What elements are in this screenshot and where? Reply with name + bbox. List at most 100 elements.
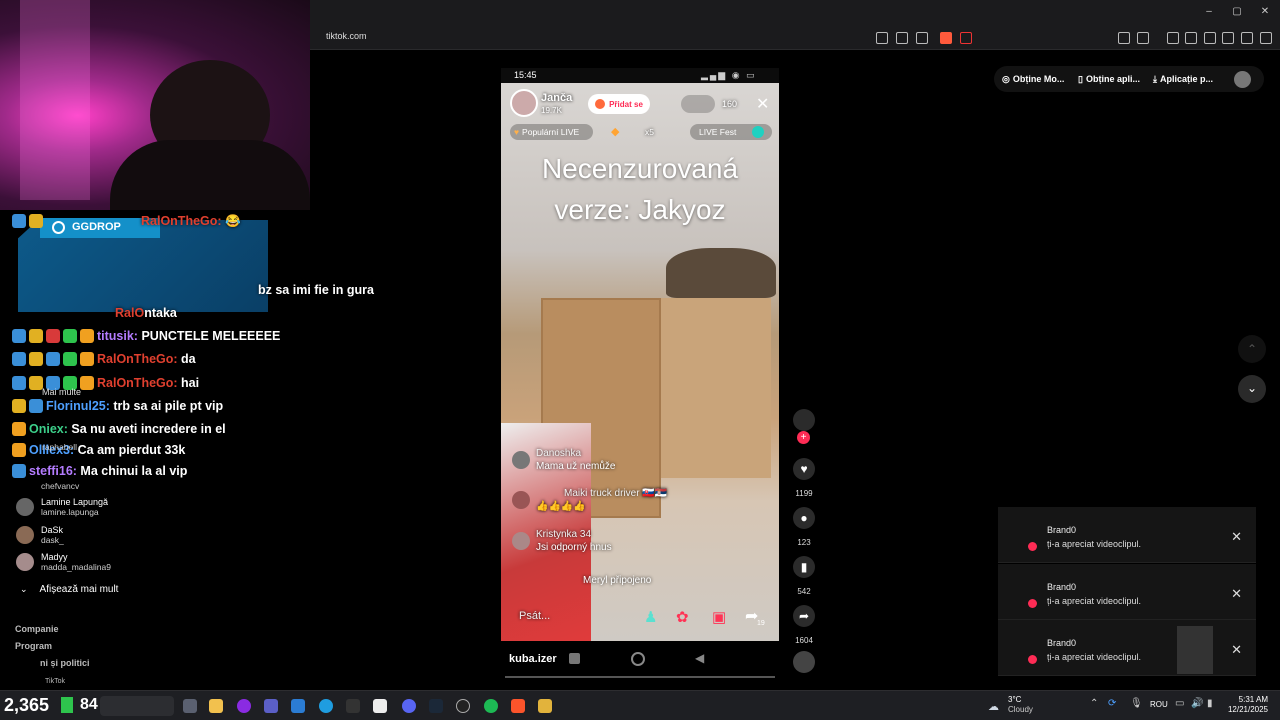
teams-icon[interactable] [264, 699, 278, 713]
counter-left: 2,365 [4, 695, 50, 715]
live-comment-input[interactable]: Psát... [519, 610, 550, 622]
chat-line: Oniex: Sa nu aveti incredere in el [12, 419, 226, 439]
spotify-icon[interactable] [484, 699, 498, 713]
clock-time[interactable]: 5:31 AM [1232, 695, 1268, 704]
get-coins-button[interactable]: ◎ Obține Mo... [1002, 70, 1064, 88]
creator-avatar[interactable] [793, 409, 815, 431]
live-comment: Kristynka 34 Jsi odporný hnus [512, 528, 612, 554]
follow-button[interactable]: Přidat se [588, 94, 650, 114]
share-icon[interactable]: ➦ [793, 605, 815, 627]
suggested-account[interactable]: DaSk dask_ [16, 525, 64, 545]
search-box[interactable] [100, 696, 174, 716]
notepad-icon[interactable] [373, 699, 387, 713]
mai-multe-label[interactable]: Mai multe [42, 387, 81, 397]
rewards-icon[interactable] [960, 32, 972, 44]
video-thumbnail[interactable] [1177, 626, 1213, 674]
rose-icon[interactable]: ✿ [676, 608, 689, 626]
obs-icon[interactable] [456, 699, 470, 713]
share-count: 19 [757, 620, 765, 627]
notification-toast[interactable]: Brand0 ți-a apreciat videoclipul. ✕ [998, 507, 1256, 563]
app-icon[interactable] [237, 699, 251, 713]
language-indicator[interactable]: ROU [1150, 700, 1168, 709]
file-explorer-icon[interactable] [209, 699, 223, 713]
like-icon[interactable]: ♥ [793, 458, 815, 480]
mic-icon[interactable]: 🎙 [1130, 698, 1143, 709]
chevron-down-icon: ⌄ [20, 584, 28, 594]
bookmark-icon[interactable]: ▮ [793, 556, 815, 578]
viewer-count[interactable]: 160 [722, 99, 737, 109]
sync-icon[interactable]: ⟳ [1108, 698, 1116, 709]
back-icon[interactable]: ◀ [695, 651, 704, 665]
people-icon[interactable]: ♟ [644, 608, 657, 626]
weather-temp[interactable]: 3°C [1008, 695, 1021, 704]
brave-icon[interactable] [511, 699, 525, 713]
clock-date[interactable]: 12/21/2025 [1226, 705, 1268, 714]
live-comment: Danoshka Mama už nemůže [512, 447, 615, 473]
vpn-icon[interactable] [1241, 32, 1253, 44]
discord-icon[interactable] [402, 699, 416, 713]
sidebar-icon[interactable] [1185, 32, 1197, 44]
maximize-button[interactable]: ▢ [1231, 6, 1243, 18]
profile-avatar[interactable] [1234, 71, 1251, 88]
edge-icon[interactable] [319, 699, 333, 713]
scroll-up-button[interactable]: ⌃ [1238, 335, 1266, 363]
music-icon[interactable] [1167, 32, 1179, 44]
menu-icon[interactable] [1260, 32, 1272, 44]
host-avatar[interactable] [510, 89, 538, 117]
cast-icon[interactable] [896, 32, 908, 44]
close-icon[interactable]: ✕ [1231, 586, 1242, 602]
footer-link[interactable]: ni și politici [40, 658, 90, 668]
notification-toast[interactable]: Brand0 ți-a apreciat videoclipul. ✕ [998, 564, 1256, 620]
follow-plus-icon[interactable]: + [797, 431, 810, 444]
gift-box-icon[interactable]: ▣ [712, 608, 726, 626]
host-name[interactable]: Janča [541, 92, 572, 104]
suggested-account[interactable]: Lamine Lapungă lamine.lapunga [16, 497, 108, 517]
live-fest-icon [752, 126, 765, 138]
address-bar[interactable]: tiktok.com [310, 26, 1280, 50]
stop-icon[interactable] [569, 653, 580, 664]
minimize-button[interactable]: – [1203, 6, 1215, 18]
close-live-icon[interactable]: ✕ [756, 94, 769, 114]
network-icon[interactable]: ▭ [1175, 698, 1184, 709]
share-icon[interactable] [916, 32, 928, 44]
outlook-icon[interactable] [291, 699, 305, 713]
task-view-icon[interactable] [183, 699, 197, 713]
close-icon[interactable]: ✕ [1231, 642, 1242, 658]
live-fest-tag[interactable]: LIVE Fest [690, 124, 772, 140]
extensions-icon[interactable] [1118, 32, 1130, 44]
settings-icon[interactable] [346, 699, 360, 713]
music-disc-icon[interactable] [793, 651, 815, 673]
footer-link[interactable]: Program [15, 641, 52, 651]
scroll-down-button[interactable]: ⌄ [1238, 375, 1266, 403]
show-more-button[interactable]: ⌄ Afișează mai mult [20, 584, 118, 595]
comment-icon[interactable]: ● [793, 507, 815, 529]
steam-icon[interactable] [429, 699, 443, 713]
brave-shield-icon[interactable] [940, 32, 952, 44]
translate-icon[interactable] [1137, 32, 1149, 44]
kick-icon [61, 697, 73, 713]
notification-toast[interactable]: Brand0 ți-a apreciat videoclipul. ✕ [998, 620, 1256, 676]
download-app-button[interactable]: ⤓ Aplicație p... [1153, 70, 1213, 88]
close-icon[interactable]: ✕ [1231, 529, 1242, 545]
chat-line: bz sa imi fie in gura [258, 283, 374, 297]
counter-right: 84 [80, 696, 98, 713]
close-window-button[interactable]: ✕ [1259, 6, 1271, 18]
chevron-up-icon[interactable]: ⌃ [1090, 698, 1098, 709]
app-icon[interactable] [538, 699, 552, 713]
partial-account[interactable]: chefvancv [41, 481, 79, 491]
popular-live-tag[interactable]: ♥ Populární LIVE [510, 124, 593, 140]
volume-icon[interactable]: 🔊 [1191, 698, 1203, 709]
battery-icon[interactable]: ▮ [1207, 698, 1213, 709]
get-app-button[interactable]: ▯ Obține apli... [1078, 70, 1140, 88]
wallet-icon[interactable] [1204, 32, 1216, 44]
url-text[interactable]: tiktok.com [326, 31, 367, 41]
leo-ai-icon[interactable] [1222, 32, 1234, 44]
partial-account[interactable]: raphahell [42, 442, 77, 452]
streamer-body [110, 140, 310, 210]
footer-link[interactable]: Companie [15, 624, 59, 634]
home-icon[interactable] [631, 652, 645, 666]
tracking-icon[interactable] [876, 32, 888, 44]
signal-icon: ▂▄▆ ◉ ▭ [701, 70, 757, 80]
weather-desc[interactable]: Cloudy [1008, 705, 1033, 714]
suggested-account[interactable]: Madyy madda_madalina9 [16, 552, 111, 572]
